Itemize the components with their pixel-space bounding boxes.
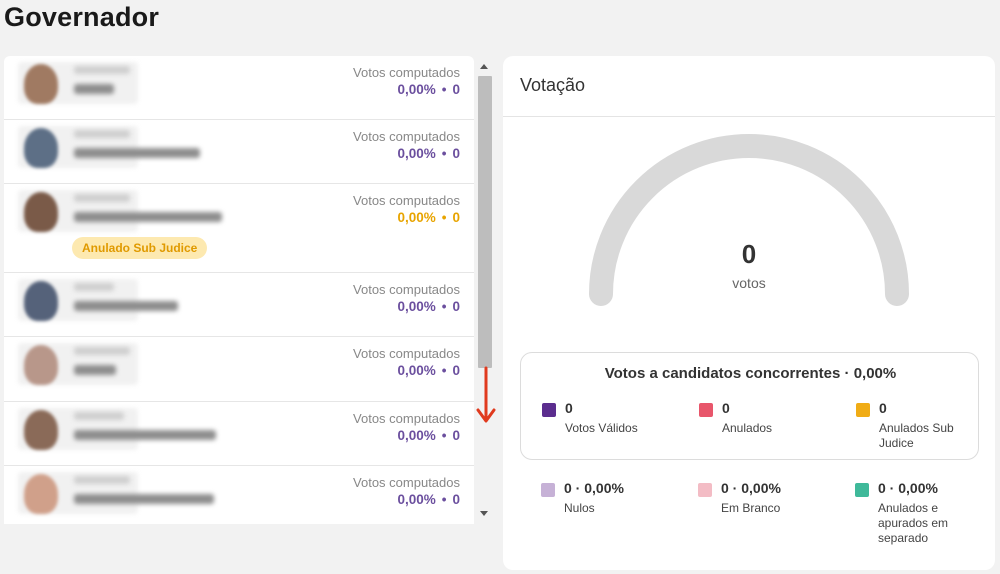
color-swatch xyxy=(699,403,713,417)
candidate-row[interactable]: Votos computados 0,00% • 0 xyxy=(4,466,474,524)
stat-label: Em Branco xyxy=(721,501,781,515)
votes-percent: 0,00% xyxy=(397,82,436,97)
votes-percent: 0,00% xyxy=(397,299,436,314)
votes-value: 0,00% • 0 xyxy=(397,146,460,161)
votes-count: 0 xyxy=(452,82,460,97)
candidate-photo xyxy=(24,128,58,168)
blurred-name xyxy=(74,84,114,94)
candidate-photo xyxy=(24,192,58,232)
votes-value: 0,00% • 0 xyxy=(397,492,460,507)
list-scrollbar[interactable] xyxy=(476,58,494,520)
total-votes-label: votos xyxy=(732,275,766,291)
separator-dot: • xyxy=(441,82,447,97)
color-swatch xyxy=(855,483,869,497)
concorrentes-title: Votos a candidatos concorrentes · 0,00% xyxy=(604,365,897,382)
votes-label: Votos computados xyxy=(353,475,460,490)
votes-value: 0,00% • 0 xyxy=(397,299,460,314)
blurred-party xyxy=(74,283,114,291)
color-swatch xyxy=(541,483,555,497)
votes-percent: 0,00% xyxy=(397,146,436,161)
color-swatch xyxy=(856,403,870,417)
total-votes: 0 xyxy=(741,239,757,269)
scroll-down-arrow-icon[interactable] xyxy=(480,511,488,516)
candidate-row[interactable]: Votos computados 0,00% • 0 xyxy=(4,402,474,466)
candidate-list[interactable]: Votos computados 0,00% • 0 Votos computado… xyxy=(4,56,474,524)
votes-value: 0,00% • 0 xyxy=(397,82,460,97)
separator-dot: • xyxy=(441,146,447,161)
concorrentes-box: Votos a candidatos concorrentes · 0,00% … xyxy=(520,352,979,460)
stat-label: Anulados xyxy=(722,421,773,435)
votes-count: 0 xyxy=(452,210,460,225)
blurred-name xyxy=(74,301,178,311)
candidate-photo xyxy=(24,345,58,385)
red-down-arrow-icon xyxy=(476,366,496,423)
votes-percent: 0,00% xyxy=(397,363,436,378)
blurred-party xyxy=(74,130,130,138)
blurred-name xyxy=(74,430,216,440)
candidate-row[interactable]: Votos computados 0,00% • 0 Anulado Sub Jud… xyxy=(4,184,474,273)
separator-dot: • xyxy=(441,492,447,507)
votes-percent: 0,00% xyxy=(397,210,436,225)
scroll-thumb[interactable] xyxy=(478,76,492,368)
votes-count: 0 xyxy=(452,428,460,443)
candidate-photo xyxy=(24,281,58,321)
separator-dot: • xyxy=(441,428,447,443)
stat-label: Nulos xyxy=(564,501,595,515)
status-badge: Anulado Sub Judice xyxy=(72,237,208,259)
color-swatch xyxy=(698,483,712,497)
votes-label: Votos computados xyxy=(353,346,460,361)
separator-dot: • xyxy=(441,299,447,314)
candidate-photo xyxy=(24,474,58,514)
votes-percent: 0,00% xyxy=(397,428,436,443)
divider xyxy=(503,116,995,117)
candidate-photo xyxy=(24,64,58,104)
stat-label: Anulados e apurados em separado xyxy=(878,501,949,545)
votes-count: 0 xyxy=(452,146,460,161)
blurred-party xyxy=(74,347,130,355)
stat-label: Votos Válidos xyxy=(565,421,638,435)
blurred-party xyxy=(74,476,130,484)
blurred-name xyxy=(74,494,214,504)
stat-value: 0 · 0,00% xyxy=(721,480,781,496)
votes-label: Votos computados xyxy=(353,282,460,297)
candidate-photo xyxy=(24,410,58,450)
stat-value: 0 xyxy=(722,400,730,416)
candidate-row[interactable]: Votos computados 0,00% • 0 xyxy=(4,120,474,184)
candidate-row[interactable]: Votos computados 0,00% • 0 xyxy=(4,337,474,402)
blurred-name xyxy=(74,365,116,375)
color-swatch xyxy=(542,403,556,417)
stat-value: 0 · 0,00% xyxy=(564,480,624,496)
separator-dot: • xyxy=(441,210,447,225)
stat-label: Anulados Sub Judice xyxy=(879,421,954,450)
votes-label: Votos computados xyxy=(353,65,460,80)
blurred-party xyxy=(74,66,130,74)
votacao-title: Votação xyxy=(520,75,586,95)
votes-label: Votos computados xyxy=(353,193,460,208)
stat-value: 0 · 0,00% xyxy=(878,480,938,496)
votes-value: 0,00% • 0 xyxy=(397,210,460,225)
blurred-party xyxy=(74,194,130,202)
votes-label: Votos computados xyxy=(353,129,460,144)
votes-count: 0 xyxy=(452,492,460,507)
votes-count: 0 xyxy=(452,363,460,378)
blurred-name xyxy=(74,212,222,222)
page-title: Governador xyxy=(4,2,160,32)
blurred-party xyxy=(74,412,124,420)
blurred-name xyxy=(74,148,200,158)
votacao-panel: Votação 0 votos Votos a candidatos conco… xyxy=(503,56,995,570)
stat-value: 0 xyxy=(879,400,887,416)
candidate-row[interactable]: Votos computados 0,00% • 0 xyxy=(4,56,474,120)
votes-percent: 0,00% xyxy=(397,492,436,507)
votes-value: 0,00% • 0 xyxy=(397,428,460,443)
scroll-up-arrow-icon[interactable] xyxy=(480,64,488,69)
votes-label: Votos computados xyxy=(353,411,460,426)
stat-value: 0 xyxy=(565,400,573,416)
votes-count: 0 xyxy=(452,299,460,314)
votes-value: 0,00% • 0 xyxy=(397,363,460,378)
separator-dot: • xyxy=(441,363,447,378)
candidate-row[interactable]: Votos computados 0,00% • 0 xyxy=(4,273,474,337)
